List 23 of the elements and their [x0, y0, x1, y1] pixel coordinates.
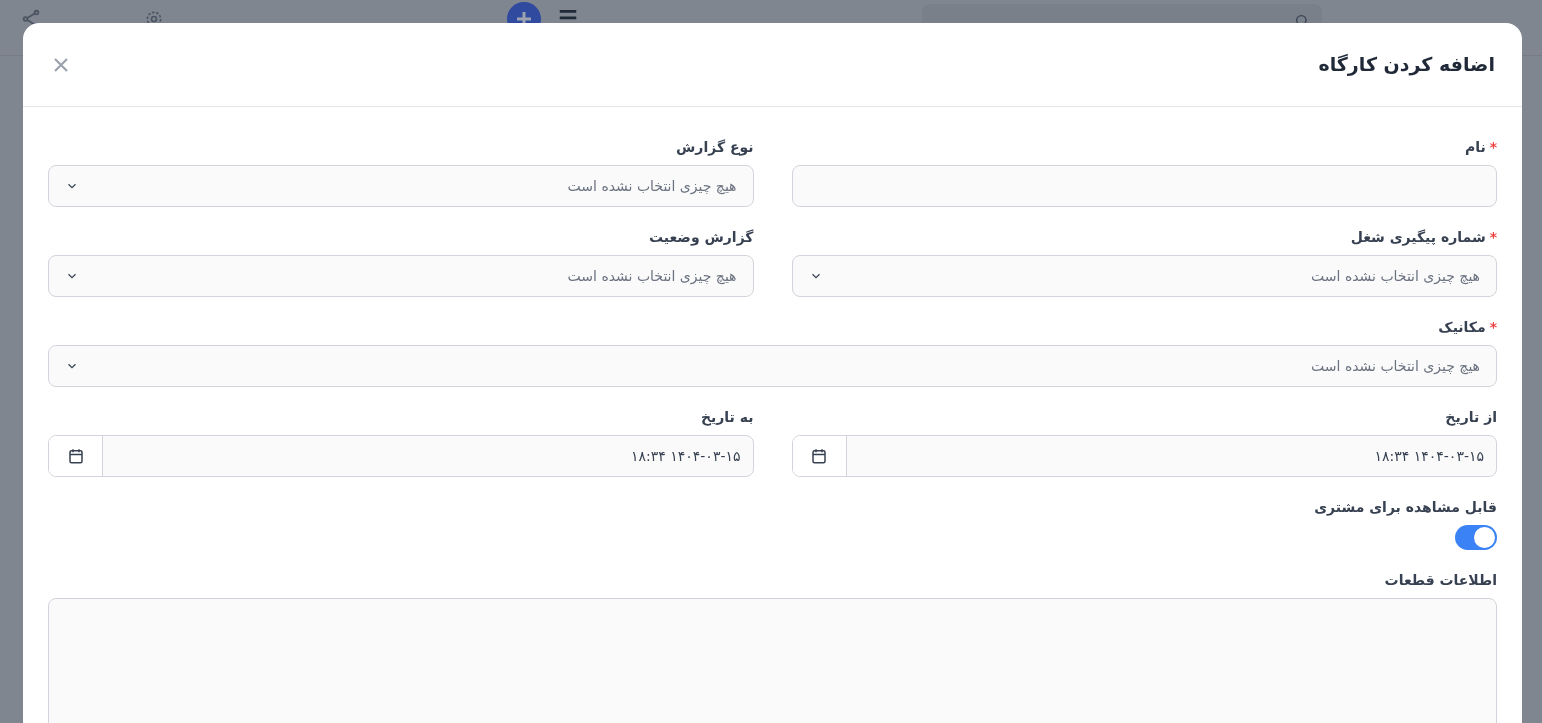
select-dropdown[interactable]: هیچ چیزی انتخاب نشده است — [791, 255, 1497, 297]
field-label: به تاریخ — [700, 407, 754, 428]
required-mark: * — [1489, 317, 1497, 337]
select-dropdown[interactable]: هیچ چیزی انتخاب نشده است — [48, 255, 754, 297]
field-label: شماره پیگیری شغل — [1350, 227, 1486, 248]
select-dropdown[interactable]: هیچ چیزی انتخاب نشده است — [48, 165, 754, 207]
field-label: نام — [1464, 137, 1486, 157]
visibility-switch[interactable] — [1455, 525, 1497, 550]
field-label: از تاریخ — [1445, 407, 1497, 428]
field-label: نوع گزارش — [676, 137, 754, 158]
field-label: گزارش وضعیت — [648, 227, 754, 248]
field-label: قابل مشاهده برای مشتری — [1314, 497, 1497, 518]
calendar-icon — [810, 447, 828, 465]
date-input[interactable]: ۱۴۰۴-۰۳-۱۵ ۱۸:۳۴ — [48, 435, 754, 477]
calendar-icon — [66, 447, 85, 465]
required-mark: * — [1489, 227, 1497, 247]
field-label: اطلاعات قطعات — [1384, 570, 1497, 590]
text-input[interactable] — [791, 165, 1497, 207]
date-input[interactable]: ۱۴۰۴-۰۳-۱۵ ۱۸:۳۴ — [791, 435, 1497, 477]
field-label: مکانیک — [1438, 317, 1486, 337]
select-dropdown[interactable]: هیچ چیزی انتخاب نشده است — [48, 345, 1497, 387]
dialog-title: اضافه کردن کارگاه — [1318, 52, 1495, 78]
required-mark: * — [1489, 137, 1497, 157]
